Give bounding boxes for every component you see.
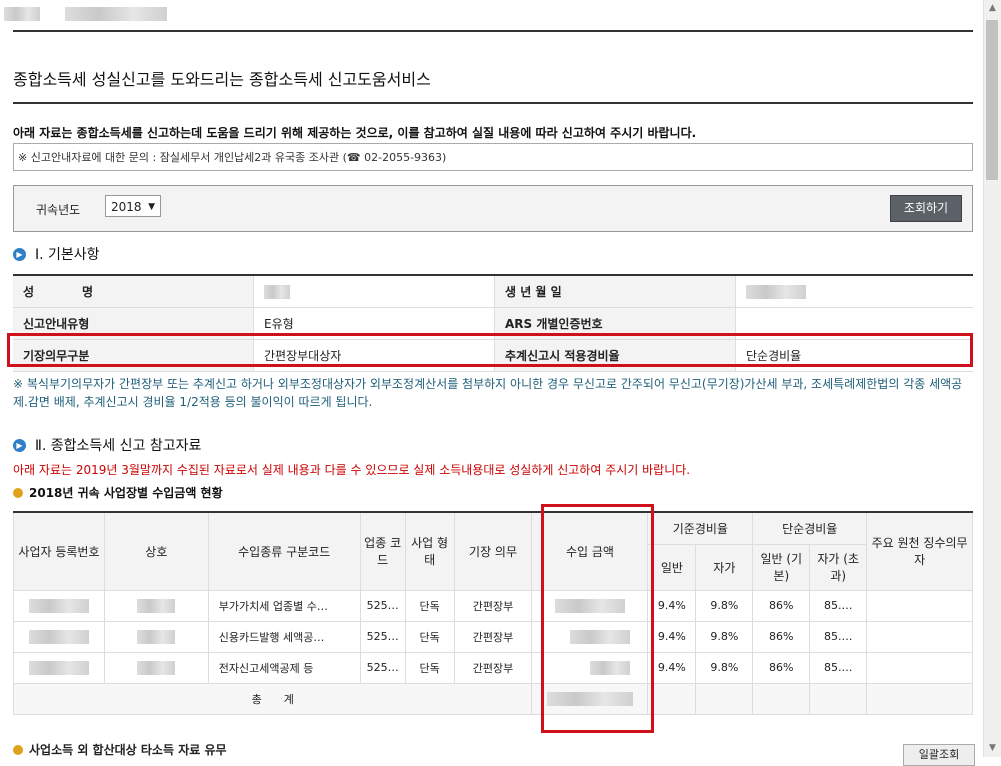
cell-simple-general: 86%: [752, 620, 811, 653]
vertical-scrollbar[interactable]: ▲ ▼: [983, 0, 1001, 757]
highlight-box-amount: [541, 504, 654, 733]
cell-bookkeeping: 간편장부: [453, 620, 533, 653]
section1-heading: ▶ Ⅰ. 기본사항: [13, 244, 973, 264]
cell-empty: [866, 682, 973, 715]
col-withholding: 주요 원천 징수의무자: [866, 511, 973, 591]
col-biz-no: 사업자 등록번호: [13, 511, 105, 591]
cell-std-general: 9.4%: [647, 589, 697, 622]
section1-title: Ⅰ. 기본사항: [35, 247, 100, 263]
cell-simple-general: 86%: [752, 651, 811, 684]
income-table: 사업자 등록번호 상호 수입종류 구분코드 업종 코드 사업 형태 기장 의무 …: [12, 511, 973, 715]
label-birthdate: 생 년 월 일: [494, 275, 736, 308]
section2-title: Ⅱ. 종합소득세 신고 참고자료: [35, 438, 202, 454]
value-birthdate: [735, 275, 973, 308]
section2-heading: ▶ Ⅱ. 종합소득세 신고 참고자료: [13, 435, 973, 455]
notice-bold: 아래 자료는 종합소득세를 신고하는데 도움을 드리기 위해 제공하는 것으로,…: [13, 126, 697, 140]
cell-simple-self: 85.…: [809, 620, 868, 653]
year-filter-box: 귀속년도 2018 ▼ 조회하기: [13, 185, 973, 232]
highlight-box-bookkeeping: [7, 333, 973, 367]
page-title: 종합소득세 성실신고를 도와드리는 종합소득세 신고도움서비스: [13, 32, 973, 104]
cell-bookkeeping: 간편장부: [453, 651, 533, 684]
cell-simple-general: 86%: [752, 589, 811, 622]
value-name: [253, 275, 495, 308]
col-bookkeeping: 기장 의무: [453, 511, 533, 591]
cell-std-self: 9.8%: [695, 651, 754, 684]
scroll-up-icon[interactable]: ▲: [984, 0, 1001, 17]
scroll-down-icon[interactable]: ▼: [984, 740, 1001, 757]
cell-withholding: [866, 620, 973, 653]
cell-empty: [752, 682, 811, 715]
col-simple-self: 자가 (초과): [809, 543, 868, 591]
cell-std-general: 9.4%: [647, 651, 697, 684]
notice-inquiry-box: ※ 신고안내자료에 대한 문의 : 잠실세무서 개인납세2과 유국종 조사관 (…: [13, 143, 973, 171]
col-name: 상호: [103, 511, 209, 591]
cell-empty: [695, 682, 754, 715]
cell-bookkeeping: 간편장부: [453, 589, 533, 622]
scrollbar-thumb[interactable]: [986, 20, 998, 180]
table-header-row: 사업자 등록번호 상호 수입종류 구분코드 업종 코드 사업 형태 기장 의무 …: [13, 511, 973, 591]
year-select-value: 2018: [111, 200, 142, 214]
notice-inquiry: ※ 신고안내자료에 대한 문의 : 잠실세무서 개인납세2과 유국종 조사관 (…: [18, 151, 447, 164]
cell-name: [103, 651, 209, 684]
col-std-general: 일반: [647, 543, 697, 591]
cell-biz-type: 단독: [404, 620, 455, 653]
cell-income-type: 전자신고세액공제 등: [207, 651, 361, 684]
arrow-bullet-icon: ▶: [13, 247, 26, 261]
cell-empty: [647, 682, 697, 715]
col-simple-general: 일반 (기본): [752, 543, 811, 591]
cell-biz-no: [13, 651, 105, 684]
col-std-self: 자가: [695, 543, 754, 591]
other-income-subheading: 사업소득 외 합산대상 타소득 자료 유무: [13, 741, 227, 758]
total-row: 총 계: [12, 682, 973, 715]
cell-name: [103, 589, 209, 622]
penalty-warning: ※ 복식부기의무자가 간편장부 또는 추계신고 하거나 외부조정대상자가 외부조…: [13, 377, 963, 409]
cell-simple-self: 85.…: [809, 651, 868, 684]
cell-std-self: 9.8%: [695, 589, 754, 622]
total-label: 총 계: [12, 682, 533, 715]
circle-bullet-icon: [13, 487, 23, 498]
cell-withholding: [866, 589, 973, 622]
other-income-subheading-text: 사업소득 외 합산대상 타소득 자료 유무: [29, 743, 227, 757]
cell-industry: 525…: [359, 620, 406, 653]
table-row: 전자신고세액공제 등 525… 단독 간편장부 9.4% 9.8% 86% 85…: [13, 651, 973, 684]
cell-industry: 525…: [359, 589, 406, 622]
cell-income-type: 신용카드발행 세액공…: [207, 620, 361, 653]
col-income-type: 수입종류 구분코드: [207, 511, 361, 591]
cell-industry: 525…: [359, 651, 406, 684]
income-subheading: 2018년 귀속 사업장별 수입금액 현황: [13, 484, 973, 501]
circle-bullet-icon: [13, 744, 23, 755]
cell-biz-type: 단독: [404, 651, 455, 684]
label-name: 성 명: [13, 275, 254, 308]
col-industry: 업종 코드: [359, 511, 406, 591]
search-button[interactable]: 조회하기: [890, 195, 962, 222]
cell-std-self: 9.8%: [695, 620, 754, 653]
year-select[interactable]: 2018 ▼: [105, 195, 161, 217]
table-row: 신용카드발행 세액공… 525… 단독 간편장부 9.4% 9.8% 86% 8…: [13, 620, 973, 653]
cell-biz-no: [13, 620, 105, 653]
redacted-logo: [4, 7, 40, 21]
col-biz-type: 사업 형태: [404, 511, 455, 591]
batch-search-button[interactable]: 일괄조회: [903, 744, 975, 766]
arrow-bullet-icon: ▶: [13, 438, 26, 452]
cell-std-general: 9.4%: [647, 620, 697, 653]
col-std-rate: 기준경비율: [647, 511, 754, 545]
data-collection-note: 아래 자료는 2019년 3월말까지 수집된 자료로서 실제 내용과 다를 수 …: [13, 463, 691, 477]
cell-name: [103, 620, 209, 653]
year-label: 귀속년도: [36, 203, 81, 217]
cell-income-type: 부가가치세 업종별 수…: [207, 589, 361, 622]
cell-biz-type: 단독: [404, 589, 455, 622]
top-bar: [4, 0, 973, 32]
col-simple-rate: 단순경비율: [752, 511, 868, 545]
cell-empty: [809, 682, 868, 715]
dropdown-caret-icon: ▼: [148, 202, 155, 212]
cell-biz-no: [13, 589, 105, 622]
cell-simple-self: 85.…: [809, 589, 868, 622]
cell-withholding: [866, 651, 973, 684]
income-subheading-text: 2018년 귀속 사업장별 수입금액 현황: [29, 486, 223, 500]
redacted-header-text: [65, 7, 167, 21]
table-row: 성 명 생 년 월 일: [13, 275, 973, 308]
table-row: 부가가치세 업종별 수… 525… 단독 간편장부 9.4% 9.8% 86% …: [13, 589, 973, 622]
